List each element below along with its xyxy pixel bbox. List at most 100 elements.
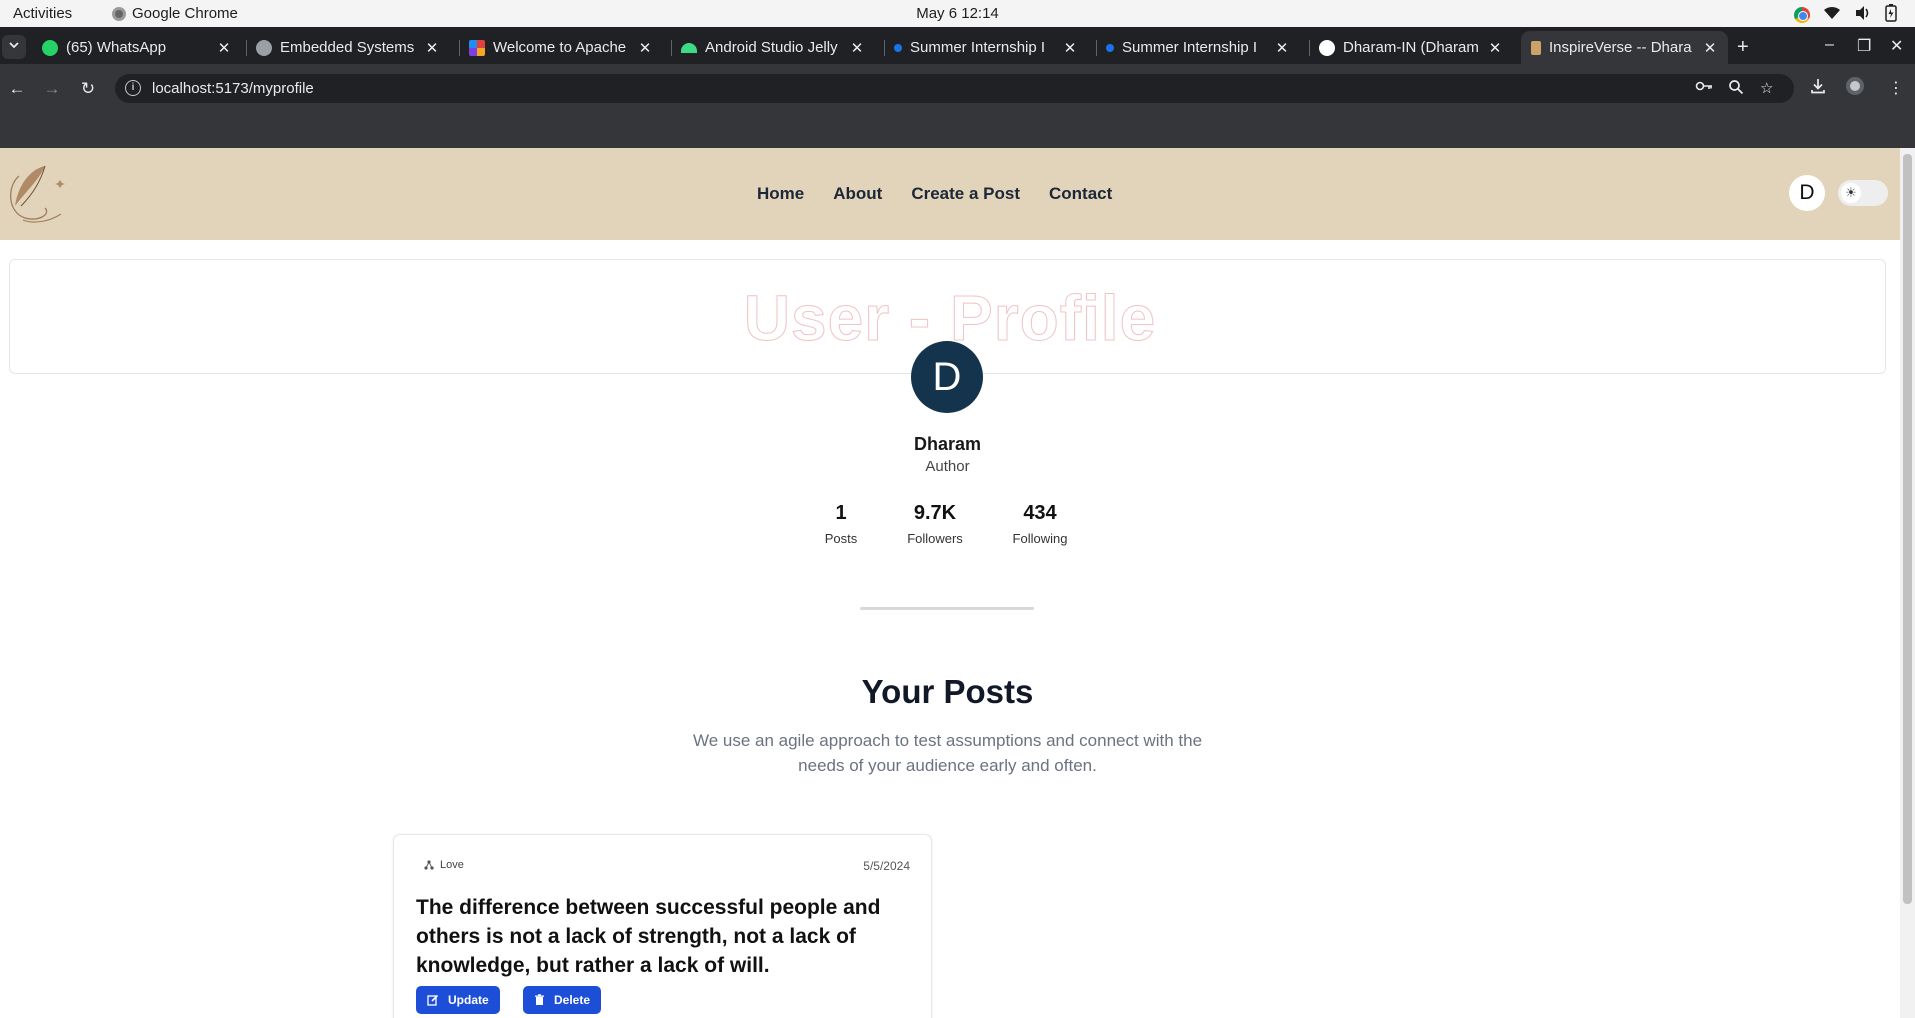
tab-whatsapp[interactable]: (65) WhatsApp ✕	[32, 31, 242, 64]
nav-create-post[interactable]: Create a Post	[911, 184, 1020, 204]
bookmarks-bar	[0, 116, 1915, 148]
kebab-menu-icon[interactable]: ⋮	[1888, 78, 1904, 98]
clock[interactable]: May 6 12:14	[916, 5, 999, 22]
bookmark-star-icon[interactable]: ☆	[1760, 79, 1773, 97]
wifi-icon[interactable]	[1823, 6, 1841, 24]
page-scrollbar[interactable]	[1900, 148, 1915, 1018]
tab-github[interactable]: Dharam-IN (Dharam ✕	[1309, 31, 1513, 64]
tab-embedded-systems[interactable]: Embedded Systems I ✕	[246, 31, 450, 64]
browser-toolbar: ← → ↻ i localhost:5173/myprofile ☆ ⋮	[0, 64, 1915, 116]
close-tab-icon[interactable]: ✕	[637, 39, 653, 57]
back-icon[interactable]: ←	[5, 77, 29, 101]
github-icon	[1319, 39, 1335, 56]
whatsapp-icon	[42, 39, 58, 56]
tab-inspireverse[interactable]: InspireVerse -- Dhara ✕	[1521, 31, 1728, 64]
tab-title: Summer Internship I	[1122, 39, 1258, 56]
system-top-bar: Activities Google Chrome May 6 12:14	[0, 0, 1915, 27]
post-card[interactable]: Love 5/5/2024 The difference between suc…	[393, 834, 932, 1018]
page-content: Home About Create a Post Contact D ☀ Use…	[0, 148, 1900, 1018]
tab-title: (65) WhatsApp	[66, 39, 167, 56]
tab-title: Android Studio Jelly	[705, 39, 838, 56]
theme-toggle[interactable]: ☀	[1838, 180, 1888, 206]
tab-title: Embedded Systems I	[280, 39, 418, 56]
android-icon	[681, 42, 697, 53]
profile-name: Dharam	[913, 434, 982, 454]
quill-logo-icon[interactable]	[5, 160, 71, 230]
password-key-icon[interactable]	[1695, 79, 1713, 97]
nav-home[interactable]: Home	[757, 184, 804, 204]
tab-apache[interactable]: Welcome to Apache I ✕	[459, 31, 663, 64]
volume-icon[interactable]	[1854, 5, 1872, 25]
profile-avatar: D	[911, 341, 983, 413]
close-tab-icon[interactable]: ✕	[1274, 39, 1290, 57]
reload-icon[interactable]: ↻	[76, 77, 100, 101]
tab-strip: (65) WhatsApp ✕ Embedded Systems I ✕ Wel…	[0, 27, 1915, 64]
stat-label: Following	[1012, 531, 1068, 546]
chrome-icon	[112, 6, 126, 21]
stat-value: 9.7K	[913, 502, 957, 524]
main-nav: Home About Create a Post Contact	[757, 184, 1141, 204]
posts-heading: Your Posts	[861, 673, 1034, 710]
close-tab-icon[interactable]: ✕	[216, 39, 232, 57]
chevron-down-icon	[9, 42, 19, 49]
site-navbar: Home About Create a Post Contact D ☀	[0, 148, 1900, 240]
address-bar[interactable]: i localhost:5173/myprofile ☆	[115, 74, 1794, 103]
post-category: Love	[424, 859, 464, 871]
tab-title: Dharam-IN (Dharam	[1343, 39, 1479, 56]
system-tray[interactable]	[1794, 4, 1897, 26]
tab-title: Summer Internship I	[910, 39, 1046, 56]
forward-icon[interactable]: →	[40, 77, 64, 101]
stat-following: 434 Following	[980, 502, 1100, 546]
close-tab-icon[interactable]: ✕	[849, 39, 865, 57]
battery-icon[interactable]	[1885, 4, 1897, 26]
scrollbar-thumb[interactable]	[1903, 154, 1912, 904]
post-title[interactable]: The difference between successful people…	[416, 893, 906, 980]
tab-title: InspireVerse -- Dhara	[1549, 39, 1692, 56]
close-tab-icon[interactable]: ✕	[1702, 39, 1718, 57]
tab-title: Welcome to Apache I	[493, 39, 631, 56]
delete-button[interactable]: Delete	[523, 986, 602, 1014]
apache-icon	[469, 39, 485, 56]
tab-summer-internship-2[interactable]: Summer Internship I ✕	[1096, 31, 1300, 64]
site-info-icon[interactable]: i	[125, 80, 141, 96]
url-text[interactable]: localhost:5173/myprofile	[152, 80, 314, 97]
minimize-icon[interactable]: –	[1825, 36, 1834, 54]
section-divider	[860, 607, 1034, 610]
internship-icon	[1106, 43, 1114, 52]
close-window-icon[interactable]: ✕	[1890, 36, 1903, 56]
app-name: Google Chrome	[132, 5, 238, 22]
posts-subtitle: We use an agile approach to test assumpt…	[692, 731, 1203, 775]
update-label: Update	[448, 993, 489, 1007]
post-date: 5/5/2024	[863, 859, 910, 873]
new-tab-button[interactable]: +	[1737, 36, 1749, 59]
internship-icon	[894, 43, 902, 52]
tab-search-button[interactable]	[2, 35, 26, 59]
edit-icon	[427, 994, 439, 1006]
post-category-label: Love	[440, 859, 464, 871]
stat-label: Followers	[907, 531, 963, 546]
globe-icon	[256, 39, 272, 56]
profile-avatar-icon[interactable]	[1845, 76, 1865, 101]
zoom-icon[interactable]	[1728, 79, 1744, 99]
update-button[interactable]: Update	[416, 986, 500, 1014]
close-tab-icon[interactable]: ✕	[424, 39, 440, 57]
activities-button[interactable]: Activities	[13, 5, 72, 22]
tab-summer-internship-1[interactable]: Summer Internship I ✕	[884, 31, 1088, 64]
restore-icon[interactable]: ❐	[1857, 36, 1871, 56]
trash-icon	[535, 994, 544, 1005]
download-icon[interactable]	[1810, 78, 1826, 99]
tab-android-studio[interactable]: Android Studio Jelly ✕	[671, 31, 875, 64]
close-tab-icon[interactable]: ✕	[1062, 39, 1078, 57]
stat-value: 434	[1023, 502, 1057, 524]
user-avatar-button[interactable]: D	[1789, 175, 1825, 211]
profile-role: Author	[925, 458, 970, 475]
stat-followers: 9.7K Followers	[875, 502, 995, 546]
category-icon	[424, 860, 434, 870]
nav-contact[interactable]: Contact	[1049, 184, 1112, 204]
nav-about[interactable]: About	[833, 184, 882, 204]
delete-label: Delete	[554, 993, 591, 1007]
chrome-status-icon[interactable]	[1794, 7, 1810, 23]
close-tab-icon[interactable]: ✕	[1487, 39, 1503, 57]
app-menu[interactable]: Google Chrome	[112, 5, 238, 22]
sun-icon: ☀	[1841, 183, 1861, 203]
